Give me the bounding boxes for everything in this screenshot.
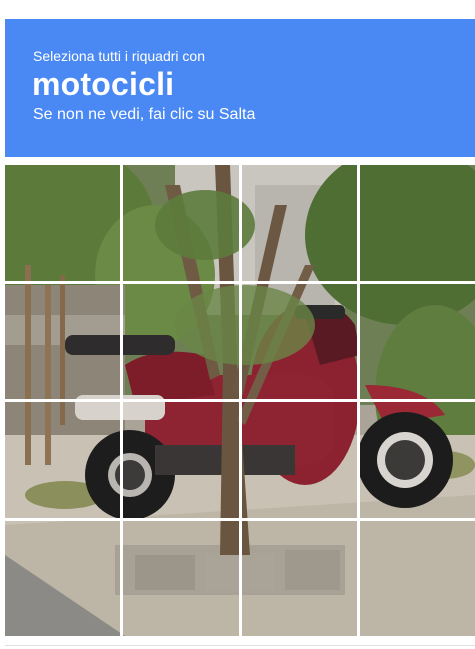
image-tile-r1-c3[interactable] [242, 165, 357, 281]
challenge-header: Seleziona tutti i riquadri con motocicli… [5, 19, 475, 157]
challenge-target-object: motocicli [32, 66, 175, 102]
grid-separator-horizontal [5, 517, 475, 521]
image-tile-r1-c1[interactable] [5, 165, 120, 281]
image-tile-r1-c4[interactable] [360, 165, 475, 281]
image-tile-r3-c3[interactable] [242, 402, 357, 518]
image-tile-r2-c2[interactable] [123, 284, 238, 400]
image-tile-r3-c1[interactable] [5, 402, 120, 518]
image-grid [5, 165, 475, 636]
captcha-challenge: Seleziona tutti i riquadri con motocicli… [0, 0, 475, 649]
image-tile-r2-c4[interactable] [360, 284, 475, 400]
grid-separator-horizontal [5, 280, 475, 284]
footer-divider [5, 645, 475, 646]
image-tile-r4-c3[interactable] [242, 521, 357, 637]
image-tile-r3-c4[interactable] [360, 402, 475, 518]
image-tile-r4-c1[interactable] [5, 521, 120, 637]
tile-grid [5, 165, 475, 636]
challenge-hint: Se non ne vedi, fai clic su Salta [33, 106, 256, 123]
image-tile-r4-c2[interactable] [123, 521, 238, 637]
image-tile-r2-c1[interactable] [5, 284, 120, 400]
grid-separator-horizontal [5, 399, 475, 402]
challenge-instruction: Seleziona tutti i riquadri con [33, 48, 205, 64]
image-tile-r4-c4[interactable] [360, 521, 475, 637]
image-tile-r1-c2[interactable] [123, 165, 238, 281]
image-tile-r3-c2[interactable] [123, 402, 238, 518]
image-tile-r2-c3[interactable] [242, 284, 357, 400]
